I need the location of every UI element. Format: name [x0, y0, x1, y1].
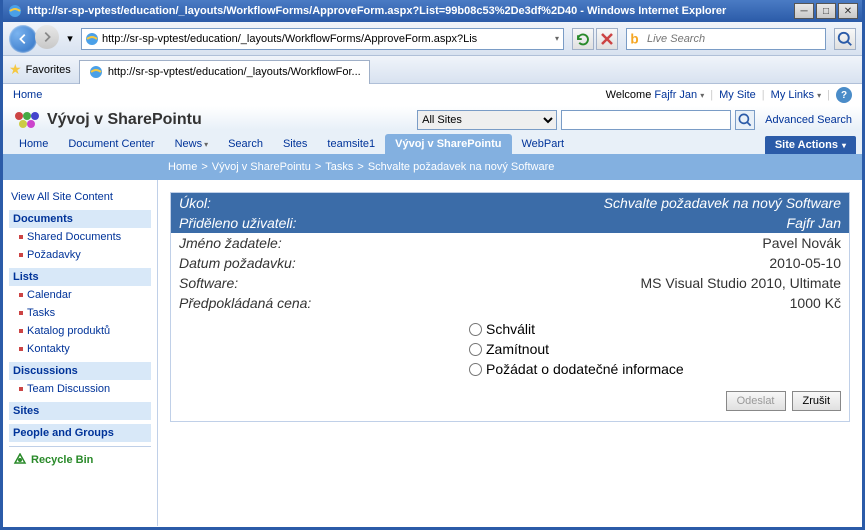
advanced-search-link[interactable]: Advanced Search [765, 114, 852, 126]
recycle-icon [13, 453, 27, 467]
main-content: Úkol: Schvalte požadavek na nový Software… [158, 180, 862, 526]
radio-request-info[interactable] [469, 363, 482, 376]
close-button[interactable]: ✕ [838, 3, 858, 19]
cancel-button[interactable]: Zrušit [792, 391, 842, 411]
breadcrumb-link[interactable]: Tasks [325, 161, 353, 173]
sharepoint-logo-icon [13, 110, 41, 130]
search-scope-select[interactable]: All Sites [417, 110, 557, 130]
page-icon [84, 31, 100, 47]
task-field-value: Schvalte požadavek na nový Software [604, 195, 841, 211]
leftnav-item[interactable]: Team Discussion [9, 380, 151, 398]
browser-search-input[interactable] [645, 33, 825, 45]
leftnav-item[interactable]: Tasks [9, 304, 151, 322]
recycle-bin-link[interactable]: Recycle Bin [9, 446, 151, 473]
radio-reject[interactable] [469, 343, 482, 356]
favorites-label: Favorites [26, 64, 71, 76]
radio-approve[interactable] [469, 323, 482, 336]
address-bar: ▾ ▾ b [3, 22, 862, 56]
leftnav-item[interactable]: Požadavky [9, 246, 151, 264]
site-search-input[interactable] [561, 110, 731, 130]
mylinks-menu[interactable]: My Links ▾ [771, 89, 821, 101]
leftnav-section-sites[interactable]: Sites [9, 402, 151, 420]
task-panel: Úkol: Schvalte požadavek na nový Software… [170, 192, 850, 422]
task-field-label: Úkol: [179, 195, 379, 211]
breadcrumb-link[interactable]: Vývoj v SharePointu [212, 161, 311, 173]
breadcrumb-current: Schvalte požadavek na nový Software [368, 161, 555, 173]
leftnav-section-people-groups[interactable]: People and Groups [9, 424, 151, 442]
svg-text:b: b [630, 31, 638, 46]
user-menu[interactable]: Fajfr Jan ▾ [654, 89, 704, 101]
browser-search-go[interactable] [834, 28, 856, 50]
site-actions-menu[interactable]: Site Actions▾ [765, 136, 856, 154]
task-field-value: Fajfr Jan [787, 215, 841, 231]
maximize-button[interactable]: □ [816, 3, 836, 19]
top-nav: Home Document Center News▾ Search Sites … [3, 130, 862, 154]
task-field-label: Datum požadavku: [179, 255, 379, 271]
tab-sites[interactable]: Sites [273, 134, 317, 154]
mysite-link[interactable]: My Site [719, 89, 756, 101]
nav-history-dropdown[interactable]: ▾ [63, 25, 77, 53]
sharepoint-topbar: Home Welcome Fajfr Jan ▾ | My Site | My … [3, 84, 862, 106]
back-button[interactable] [9, 25, 37, 53]
decision-radio-group: Schválit Zamítnout Požádat o dodatečné i… [171, 313, 849, 385]
site-title: Vývoj v SharePointu [47, 111, 417, 129]
leftnav-item[interactable]: Katalog produktů [9, 322, 151, 340]
favorites-bar: ★ Favorites http://sr-sp-vptest/educatio… [3, 56, 862, 84]
window-titlebar: http://sr-sp-vptest/education/_layouts/W… [3, 0, 862, 22]
ie-icon [7, 3, 23, 19]
url-input[interactable] [102, 33, 553, 45]
tab-title: http://sr-sp-vptest/education/_layouts/W… [108, 66, 361, 78]
task-field-label: Předpokládaná cena: [179, 295, 379, 311]
task-field-value: 1000 Kč [790, 295, 841, 311]
tab-document-center[interactable]: Document Center [58, 134, 164, 154]
leftnav-section-documents[interactable]: Documents [9, 210, 151, 228]
task-field-value: MS Visual Studio 2010, Ultimate [640, 275, 841, 291]
tab-vyvoj-v-sharepointu[interactable]: Vývoj v SharePointu [385, 134, 511, 154]
browser-tab[interactable]: http://sr-sp-vptest/education/_layouts/W… [79, 60, 370, 84]
browser-search-box: b [626, 28, 826, 50]
refresh-button[interactable] [572, 28, 594, 50]
site-search-go[interactable] [735, 110, 755, 130]
global-home-link[interactable]: Home [13, 89, 42, 101]
url-box: ▾ [81, 28, 564, 50]
tab-home[interactable]: Home [9, 134, 58, 154]
task-field-label: Jméno žadatele: [179, 235, 379, 251]
task-field-label: Software: [179, 275, 379, 291]
task-field-value: Pavel Novák [762, 235, 841, 251]
leftnav-item[interactable]: Calendar [9, 286, 151, 304]
url-dropdown[interactable]: ▾ [553, 34, 561, 43]
help-icon[interactable]: ? [836, 87, 852, 103]
star-icon: ★ [9, 61, 22, 78]
leftnav-section-lists[interactable]: Lists [9, 268, 151, 286]
quick-launch: View All Site Content Documents Shared D… [3, 180, 158, 526]
tab-webpart[interactable]: WebPart [512, 134, 575, 154]
breadcrumb: Home > Vývoj v SharePointu > Tasks > Sch… [3, 154, 862, 180]
favorites-button[interactable]: ★ Favorites [9, 61, 71, 78]
forward-button[interactable] [35, 25, 59, 49]
leftnav-item[interactable]: Kontakty [9, 340, 151, 358]
minimize-button[interactable]: ─ [794, 3, 814, 19]
ie-icon [88, 64, 104, 80]
submit-button[interactable]: Odeslat [726, 391, 786, 411]
tab-teamsite1[interactable]: teamsite1 [317, 134, 385, 154]
tab-news[interactable]: News▾ [165, 134, 219, 154]
task-field-label: Přiděleno uživateli: [179, 215, 379, 231]
task-field-value: 2010-05-10 [769, 255, 841, 271]
breadcrumb-link[interactable]: Home [168, 161, 197, 173]
view-all-site-content-link[interactable]: View All Site Content [9, 188, 151, 206]
tab-search[interactable]: Search [218, 134, 273, 154]
leftnav-section-discussions[interactable]: Discussions [9, 362, 151, 380]
bing-icon: b [627, 30, 645, 48]
stop-button[interactable] [596, 28, 618, 50]
welcome-text: Welcome Fajfr Jan ▾ [606, 89, 705, 101]
leftnav-item[interactable]: Shared Documents [9, 228, 151, 246]
site-title-area: Vývoj v SharePointu All Sites Advanced S… [3, 106, 862, 130]
window-title: http://sr-sp-vptest/education/_layouts/W… [27, 5, 794, 17]
